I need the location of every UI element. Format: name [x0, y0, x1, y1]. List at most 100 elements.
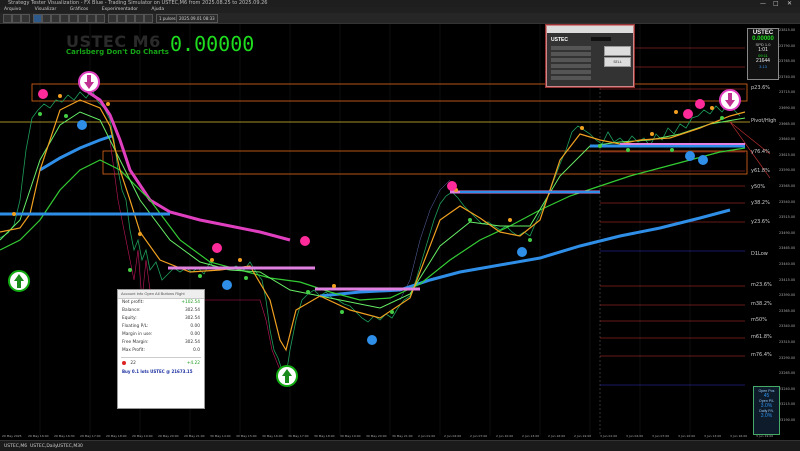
price-tick: 23190.00 [779, 418, 796, 422]
tab-ustec-m30[interactable]: USTEC,M30 [57, 443, 83, 450]
sell-button[interactable]: SELL [604, 57, 631, 67]
account-divider [121, 357, 201, 358]
candle-chart-icon[interactable] [117, 14, 126, 23]
grid-icon[interactable] [60, 14, 69, 23]
stop-icon[interactable] [21, 14, 30, 23]
time-tick: 2 Jun 19:00 [574, 434, 592, 438]
account-row: Balance: 302.54 [118, 307, 204, 315]
time-tick: 29 May 16:30 [54, 434, 75, 438]
time-tick: 29 May 21:00 [184, 434, 205, 438]
menu-file[interactable]: Arquivo [4, 7, 21, 12]
price-tick: 23790.00 [779, 43, 796, 48]
fib-label-m236: m23.6% [751, 282, 772, 288]
bar-chart-icon[interactable] [108, 14, 117, 23]
close-button[interactable]: ✕ [787, 0, 792, 7]
time-tick: 3 Jun 01:00 [600, 434, 618, 438]
zoom-in-icon[interactable] [42, 14, 51, 23]
time-tick: 29 May 2025 [2, 434, 22, 438]
pause-icon[interactable] [12, 14, 21, 23]
order-symbol: USTEC [551, 37, 568, 43]
chart-tabs: USTEC,M6 USTEC,Daily USTEC,M30 [0, 440, 800, 451]
order-field-expiry[interactable] [551, 70, 591, 74]
trade-description: Buy 0.1 lots USTEC @ 21673.15 [122, 369, 193, 374]
price-tick: 23740.00 [779, 74, 796, 79]
play-icon[interactable] [3, 14, 12, 23]
price-tick: 23665.00 [779, 121, 796, 126]
time-tick: 29 May 18:00 [106, 434, 127, 438]
price-tick: 23365.00 [779, 308, 796, 313]
account-row-label: Net profit: [122, 300, 144, 305]
signal-value: 0.00000 [170, 32, 255, 56]
fib-label-d1low: D1Low [751, 251, 768, 257]
trade-id: 22 [130, 361, 136, 366]
close-trade-icon[interactable] [122, 360, 126, 365]
fib-label-m618: m61.8% [751, 334, 772, 340]
text-tool-icon[interactable] [87, 14, 96, 23]
price-tick: 23390.00 [779, 293, 796, 298]
crosshair-icon[interactable] [33, 14, 42, 23]
account-row-value: 302.54 [184, 340, 200, 345]
account-row: Equity: 302.54 [118, 315, 204, 323]
line-chart-icon[interactable] [126, 14, 135, 23]
time-tick: 29 May 20:00 [158, 434, 179, 438]
menu-tester[interactable]: Experimentador [102, 7, 138, 12]
time-tick: 2 Jun 10:00 [496, 434, 514, 438]
minimize-button[interactable]: — [760, 0, 766, 7]
order-dialog[interactable]: USTEC SELL [546, 25, 634, 87]
tab-ustec-daily[interactable]: USTEC,Daily [30, 443, 58, 450]
time-tick: 30 May 16:00 [262, 434, 283, 438]
price-tick: 23640.00 [779, 137, 796, 142]
account-row-label: Margin in use: [122, 332, 153, 337]
account-info-panel[interactable]: Account Info Open All Buttons Right Net … [117, 289, 205, 409]
price-tick: 23815.00 [779, 28, 796, 32]
price-tick: 23465.00 [779, 246, 796, 251]
account-row: Net profit: +102.54 [118, 299, 204, 307]
account-row-label: Free Margin: [122, 340, 149, 345]
price-tick: 23215.00 [779, 402, 796, 407]
price-tick: 23315.00 [779, 340, 796, 344]
sell-signal-icon [78, 71, 100, 93]
title-bar: Strategy Tester Visualization - FX Blue … [0, 0, 800, 7]
fib-label-m764: m76.4% [751, 352, 772, 358]
price-tick: 23690.00 [779, 106, 796, 110]
fib-label-y764: y76.4% [751, 149, 770, 155]
account-row-value: 302.54 [184, 308, 200, 313]
price-tick: 23765.00 [779, 59, 796, 64]
order-field-lots[interactable] [551, 46, 591, 50]
line-tool-icon[interactable] [69, 14, 78, 23]
account-panel-header[interactable]: Account Info Open All Buttons Right [118, 290, 204, 299]
fibonacci-icon[interactable] [96, 14, 105, 23]
account-row: Floating P/L: 0.00 [118, 323, 204, 331]
time-tick: 30 May 15:00 [236, 434, 257, 438]
zoom-out-icon[interactable] [51, 14, 60, 23]
order-field-take[interactable] [551, 58, 591, 62]
hline-tool-icon[interactable] [78, 14, 87, 23]
bid-display [591, 37, 611, 41]
price-tick: 23715.00 [779, 90, 796, 95]
symbol-info-box: USTEC 0.00000 SPD 1.0 1:01 09:11 21644 3… [747, 28, 779, 80]
maximize-button[interactable]: □ [773, 0, 779, 7]
order-field-stop[interactable] [551, 52, 591, 56]
fib-label-m382: m38.2% [751, 301, 772, 307]
watermark-subtitle: Carlsberg Don't Do Charts [66, 48, 169, 56]
account-row: Free Margin: 302.54 [118, 339, 204, 347]
trade-row[interactable]: 22 +4.22 [118, 360, 204, 368]
menu-view[interactable]: Visualizar [35, 7, 57, 12]
buy-button[interactable] [604, 46, 631, 56]
account-row-value: 0.00 [190, 332, 200, 337]
account-row-value: 302.54 [184, 316, 200, 321]
order-field-magic[interactable] [551, 76, 591, 80]
window-title: Strategy Tester Visualization - FX Blue … [8, 0, 268, 6]
order-field-comment[interactable] [551, 64, 591, 68]
chart-shift-icon[interactable] [144, 14, 153, 23]
time-tick: 3 Jun 13:00 [704, 434, 722, 438]
menu-charts[interactable]: Gráficos [70, 7, 89, 12]
tab-ustec-m6[interactable]: USTEC,M6 [4, 443, 27, 450]
time-tick: 29 May 19:00 [132, 434, 153, 438]
price-axis[interactable]: 23815.00 23790.00 23765.00 23740.00 23715.00… [778, 24, 800, 440]
dialog-header[interactable] [547, 26, 633, 33]
price-tick: 23440.00 [779, 262, 796, 266]
date-field[interactable]: 2025.09.01 08:33 [176, 14, 218, 23]
menu-help[interactable]: Ajuda [151, 7, 164, 12]
autoscroll-icon[interactable] [135, 14, 144, 23]
